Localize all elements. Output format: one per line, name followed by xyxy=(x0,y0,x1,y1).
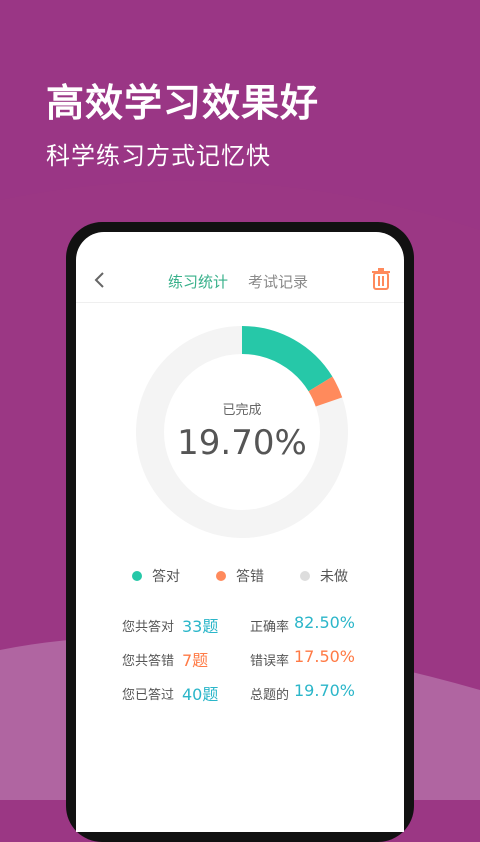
completion-donut: 已完成 19.70% xyxy=(136,326,348,538)
stat-accuracy-label: 正确率 xyxy=(250,620,290,635)
stat-total-ratio-value: 19.70% xyxy=(294,681,356,700)
stat-error-rate-label: 错误率 xyxy=(250,654,290,669)
top-bar: 练习统计 考试记录 xyxy=(76,262,404,303)
donut-label: 已完成 xyxy=(222,403,261,418)
tab-exam-records[interactable]: 考试记录 xyxy=(248,271,308,292)
legend-label: 答对 xyxy=(152,569,180,585)
trash-icon[interactable] xyxy=(370,267,392,291)
legend-label: 未做 xyxy=(320,569,348,585)
stat-total-value: 40题 xyxy=(182,685,219,704)
legend-label: 答错 xyxy=(236,569,264,585)
stat-total-label: 您已答过 xyxy=(122,688,175,703)
stat-accuracy-value: 82.50% xyxy=(294,613,356,632)
donut-value: 19.70% xyxy=(177,423,307,463)
stat-correct-label: 您共答对 xyxy=(122,620,175,635)
stat-correct-value: 33题 xyxy=(182,617,219,636)
headline: 高效学习效果好 xyxy=(46,81,320,125)
legend-wrong: 答错 xyxy=(216,566,264,586)
legend-correct: 答对 xyxy=(132,566,180,586)
phone-screen: 练习统计 考试记录 已完成 19.70% 答对 答错 未做 您共答对 33题 您… xyxy=(76,232,404,832)
stat-wrong-value: 7题 xyxy=(182,651,209,670)
stat-error-rate-value: 17.50% xyxy=(294,647,356,666)
legend-undone: 未做 xyxy=(300,566,348,586)
correct-dot-icon xyxy=(132,571,142,581)
stat-total-ratio-label: 总题的 xyxy=(250,688,290,703)
wrong-dot-icon xyxy=(216,571,226,581)
tab-practice-stats[interactable]: 练习统计 xyxy=(168,271,228,292)
undone-dot-icon xyxy=(300,571,310,581)
subline: 科学练习方式记忆快 xyxy=(46,142,271,170)
chevron-left-icon[interactable] xyxy=(90,270,110,290)
stat-wrong-label: 您共答错 xyxy=(122,654,175,669)
